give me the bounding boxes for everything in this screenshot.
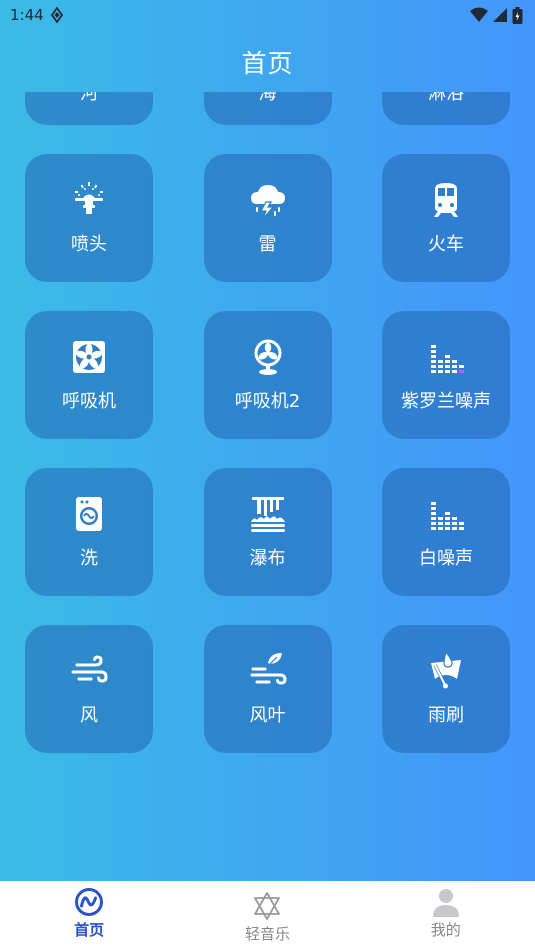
sound-label: 呼吸机 <box>62 391 116 412</box>
thunder-icon <box>250 185 285 220</box>
sprinkler-icon <box>75 182 103 214</box>
nav-label: 首页 <box>74 921 105 939</box>
sound-tile-washing[interactable]: 洗 <box>25 468 153 596</box>
sound-tile-sea[interactable]: 海 <box>203 92 332 125</box>
sound-label: 雷 <box>258 234 277 255</box>
nav-label: 我的 <box>430 921 461 939</box>
sound-tile-waterfall[interactable]: 瀑布 <box>203 468 332 596</box>
equalizer-icon <box>431 502 464 530</box>
sound-tile-river[interactable]: 河 <box>25 92 153 125</box>
sound-tile-shower[interactable]: 淋浴 <box>382 92 510 125</box>
washing-machine-icon <box>76 497 102 531</box>
sound-tile-wiper[interactable]: 雨刷 <box>382 625 510 753</box>
sound-tile-thunder[interactable]: 雷 <box>203 154 332 282</box>
sound-label: 海 <box>258 92 277 104</box>
status-bar: 1:44 <box>0 0 535 30</box>
sound-label: 洗 <box>80 548 98 569</box>
bottom-nav: 首页 轻音乐 我的 <box>0 881 535 951</box>
sound-label: 河 <box>80 92 98 104</box>
wind-icon <box>71 655 108 683</box>
sound-label: 瀑布 <box>249 548 286 569</box>
sound-grid-viewport[interactable]: 河 海 淋浴 喷头 雷 火车 呼吸机 呼吸机2 紫罗兰噪声 洗 瀑布 白噪声 风… <box>0 92 535 881</box>
sound-tile-train[interactable]: 火车 <box>382 154 510 282</box>
wind-leaf-icon <box>250 653 287 685</box>
sound-tile-violet-noise[interactable]: 紫罗兰噪声 <box>382 311 510 439</box>
nav-light-music[interactable]: 轻音乐 <box>207 891 327 944</box>
wifi-icon <box>470 7 488 22</box>
desk-fan-icon <box>254 339 281 375</box>
status-time: 1:44 <box>10 6 44 24</box>
sound-label: 风 <box>80 705 98 726</box>
sound-label: 雨刷 <box>428 705 464 726</box>
waterfall-icon <box>250 497 285 532</box>
sound-tile-fan-box[interactable]: 呼吸机 <box>25 311 153 439</box>
signal-icon <box>493 8 507 22</box>
equalizer-icon <box>431 345 464 373</box>
nav-home[interactable]: 首页 <box>29 887 149 940</box>
star-of-david-icon <box>254 892 281 920</box>
sound-label: 喷头 <box>71 234 107 255</box>
nav-mine[interactable]: 我的 <box>386 887 506 940</box>
sound-tile-wind[interactable]: 风 <box>25 625 153 753</box>
sound-label: 紫罗兰噪声 <box>401 391 491 412</box>
battery-icon <box>512 6 523 24</box>
home-wave-icon <box>75 888 104 916</box>
sound-tile-wind-leaf[interactable]: 风叶 <box>203 625 332 753</box>
sound-label: 淋浴 <box>428 92 464 104</box>
sound-tile-sprinkler[interactable]: 喷头 <box>25 154 153 282</box>
wiper-icon <box>431 651 461 689</box>
sound-tile-white-noise[interactable]: 白噪声 <box>382 468 510 596</box>
data-saver-icon <box>50 7 63 23</box>
sound-grid: 河 海 淋浴 喷头 雷 火车 呼吸机 呼吸机2 紫罗兰噪声 洗 瀑布 白噪声 风… <box>25 92 510 753</box>
train-icon <box>434 183 458 217</box>
sound-label: 呼吸机2 <box>234 391 301 412</box>
sound-label: 风叶 <box>249 705 286 726</box>
sound-tile-desk-fan[interactable]: 呼吸机2 <box>203 311 332 439</box>
fan-box-icon <box>73 341 105 373</box>
user-icon <box>432 889 459 917</box>
nav-label: 轻音乐 <box>244 925 290 943</box>
page-title: 首页 <box>241 49 294 78</box>
sound-label: 火车 <box>428 234 464 255</box>
sound-label: 白噪声 <box>419 548 473 569</box>
